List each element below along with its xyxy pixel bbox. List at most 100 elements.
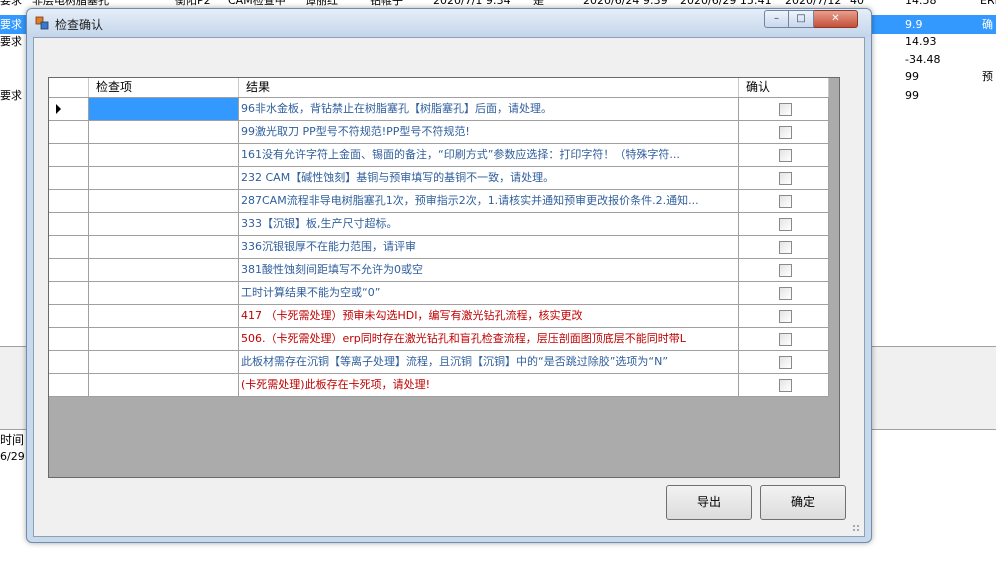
- confirm-checkbox[interactable]: [779, 172, 792, 185]
- check-item-cell[interactable]: [89, 328, 239, 350]
- check-item-cell[interactable]: [89, 213, 239, 235]
- minimize-icon[interactable]: –: [764, 10, 789, 28]
- dialog-titlebar[interactable]: 检查确认 – □ ✕: [27, 9, 871, 37]
- row-header[interactable]: [49, 351, 89, 373]
- check-item-cell[interactable]: [89, 167, 239, 189]
- column-header-result[interactable]: 结果: [239, 78, 739, 97]
- bg-date-label: 6/29: [0, 450, 25, 463]
- confirm-cell: [739, 167, 829, 189]
- confirm-cell: [739, 374, 829, 396]
- confirm-cell: [739, 121, 829, 143]
- confirm-checkbox[interactable]: [779, 310, 792, 323]
- row-header[interactable]: [49, 328, 89, 350]
- row-header[interactable]: [49, 190, 89, 212]
- confirm-cell: [739, 98, 829, 120]
- check-item-cell[interactable]: [89, 282, 239, 304]
- result-cell[interactable]: 506.（卡死需处理）erp同时存在激光钻孔和盲孔检查流程，层压剖面图顶底层不能…: [239, 328, 739, 350]
- result-cell[interactable]: 336沉银银厚不在能力范围，请评审: [239, 236, 739, 258]
- check-item-cell[interactable]: [89, 236, 239, 258]
- row-header[interactable]: [49, 305, 89, 327]
- dialog-client-area: 检查项 结果 确认 96非水金板，背钻禁止在树脂塞孔【树脂塞孔】后面，请处理。 9…: [33, 37, 865, 537]
- confirm-checkbox[interactable]: [779, 241, 792, 254]
- maximize-icon[interactable]: □: [789, 10, 814, 28]
- confirm-checkbox[interactable]: [779, 356, 792, 369]
- check-item-cell[interactable]: [89, 351, 239, 373]
- result-cell[interactable]: 232 CAM【碱性蚀刻】基铜与预审填写的基铜不一致，请处理。: [239, 167, 739, 189]
- confirm-checkbox[interactable]: [779, 103, 792, 116]
- result-cell[interactable]: 此板材需存在沉铜【等离子处理】流程，且沉铜【沉铜】中的“是否跳过除胶”选项为“N…: [239, 351, 739, 373]
- table-row[interactable]: 232 CAM【碱性蚀刻】基铜与预审填写的基铜不一致，请处理。: [49, 167, 829, 190]
- confirm-cell: [739, 351, 829, 373]
- confirm-checkbox[interactable]: [779, 287, 792, 300]
- result-cell[interactable]: 工时计算结果不能为空或“0”: [239, 282, 739, 304]
- row-header[interactable]: [49, 121, 89, 143]
- export-button[interactable]: 导出: [666, 485, 752, 520]
- check-confirm-dialog: 检查确认 – □ ✕ 检查项 结果 确认 96非水金板，背钻禁止在树脂塞孔【树脂…: [26, 8, 872, 543]
- row-header[interactable]: [49, 213, 89, 235]
- confirm-cell: [739, 328, 829, 350]
- confirm-cell: [739, 236, 829, 258]
- confirm-checkbox[interactable]: [779, 149, 792, 162]
- confirm-checkbox[interactable]: [779, 126, 792, 139]
- check-item-cell[interactable]: [89, 144, 239, 166]
- confirm-cell: [739, 144, 829, 166]
- result-cell[interactable]: 96非水金板，背钻禁止在树脂塞孔【树脂塞孔】后面，请处理。: [239, 98, 739, 120]
- app-window-icon: [35, 16, 49, 30]
- row-header-corner: [49, 78, 89, 97]
- result-cell[interactable]: 417 （卡死需处理）预审未勾选HDI，编写有激光钻孔流程，核实更改: [239, 305, 739, 327]
- row-header[interactable]: [49, 236, 89, 258]
- confirm-checkbox[interactable]: [779, 218, 792, 231]
- result-cell[interactable]: (卡死需处理)此板存在卡死项，请处理!: [239, 374, 739, 396]
- grid-empty-area: [829, 78, 839, 477]
- table-row[interactable]: 417 （卡死需处理）预审未勾选HDI，编写有激光钻孔流程，核实更改: [49, 305, 829, 328]
- current-row-arrow-icon: [56, 104, 61, 114]
- grid-rows: 96非水金板，背钻禁止在树脂塞孔【树脂塞孔】后面，请处理。 99激光取刀 PP型号…: [49, 98, 829, 397]
- result-cell[interactable]: 333【沉银】板,生产尺寸超标。: [239, 213, 739, 235]
- table-row[interactable]: 161没有允许字符上金面、锡面的备注，“印刷方式”参数应选择：打印字符！（特殊字…: [49, 144, 829, 167]
- result-cell[interactable]: 381酸性蚀刻间距填写不允许为0或空: [239, 259, 739, 281]
- confirm-checkbox[interactable]: [779, 333, 792, 346]
- result-cell[interactable]: 161没有允许字符上金面、锡面的备注，“印刷方式”参数应选择：打印字符！（特殊字…: [239, 144, 739, 166]
- table-row[interactable]: 336沉银银厚不在能力范围，请评审: [49, 236, 829, 259]
- dialog-title: 检查确认: [55, 18, 104, 32]
- row-header[interactable]: [49, 98, 89, 120]
- table-row[interactable]: 333【沉银】板,生产尺寸超标。: [49, 213, 829, 236]
- row-header[interactable]: [49, 144, 89, 166]
- ok-button[interactable]: 确定: [760, 485, 846, 520]
- result-cell[interactable]: 99激光取刀 PP型号不符规范!PP型号不符规范!: [239, 121, 739, 143]
- column-header-check-item[interactable]: 检查项: [89, 78, 239, 97]
- table-row[interactable]: 99激光取刀 PP型号不符规范!PP型号不符规范!: [49, 121, 829, 144]
- resize-grip-icon[interactable]: [852, 524, 860, 532]
- grid-header: 检查项 结果 确认: [49, 78, 829, 98]
- confirm-checkbox[interactable]: [779, 195, 792, 208]
- check-item-cell[interactable]: [89, 190, 239, 212]
- check-item-cell[interactable]: [89, 98, 239, 120]
- confirm-cell: [739, 259, 829, 281]
- table-row[interactable]: 此板材需存在沉铜【等离子处理】流程，且沉铜【沉铜】中的“是否跳过除胶”选项为“N…: [49, 351, 829, 374]
- row-header[interactable]: [49, 167, 89, 189]
- close-icon[interactable]: ✕: [814, 10, 858, 28]
- confirm-cell: [739, 213, 829, 235]
- confirm-checkbox[interactable]: [779, 379, 792, 392]
- table-row[interactable]: (卡死需处理)此板存在卡死项，请处理!: [49, 374, 829, 397]
- table-row[interactable]: 506.（卡死需处理）erp同时存在激光钻孔和盲孔检查流程，层压剖面图顶底层不能…: [49, 328, 829, 351]
- bg-time-label: 时间: [0, 433, 25, 447]
- table-row[interactable]: 工时计算结果不能为空或“0”: [49, 282, 829, 305]
- row-header[interactable]: [49, 259, 89, 281]
- check-item-cell[interactable]: [89, 374, 239, 396]
- check-item-cell[interactable]: [89, 259, 239, 281]
- check-item-cell[interactable]: [89, 121, 239, 143]
- confirm-cell: [739, 282, 829, 304]
- column-header-confirm[interactable]: 确认: [739, 78, 829, 97]
- row-header[interactable]: [49, 282, 89, 304]
- confirm-checkbox[interactable]: [779, 264, 792, 277]
- table-row[interactable]: 287CAM流程非导电树脂塞孔1次，预审指示2次，1.请核实并通知预审更改报价条…: [49, 190, 829, 213]
- result-cell[interactable]: 287CAM流程非导电树脂塞孔1次，预审指示2次，1.请核实并通知预审更改报价条…: [239, 190, 739, 212]
- confirm-cell: [739, 305, 829, 327]
- row-header[interactable]: [49, 374, 89, 396]
- check-result-grid[interactable]: 检查项 结果 确认 96非水金板，背钻禁止在树脂塞孔【树脂塞孔】后面，请处理。 9…: [48, 77, 840, 478]
- confirm-cell: [739, 190, 829, 212]
- table-row[interactable]: 381酸性蚀刻间距填写不允许为0或空: [49, 259, 829, 282]
- check-item-cell[interactable]: [89, 305, 239, 327]
- table-row[interactable]: 96非水金板，背钻禁止在树脂塞孔【树脂塞孔】后面，请处理。: [49, 98, 829, 121]
